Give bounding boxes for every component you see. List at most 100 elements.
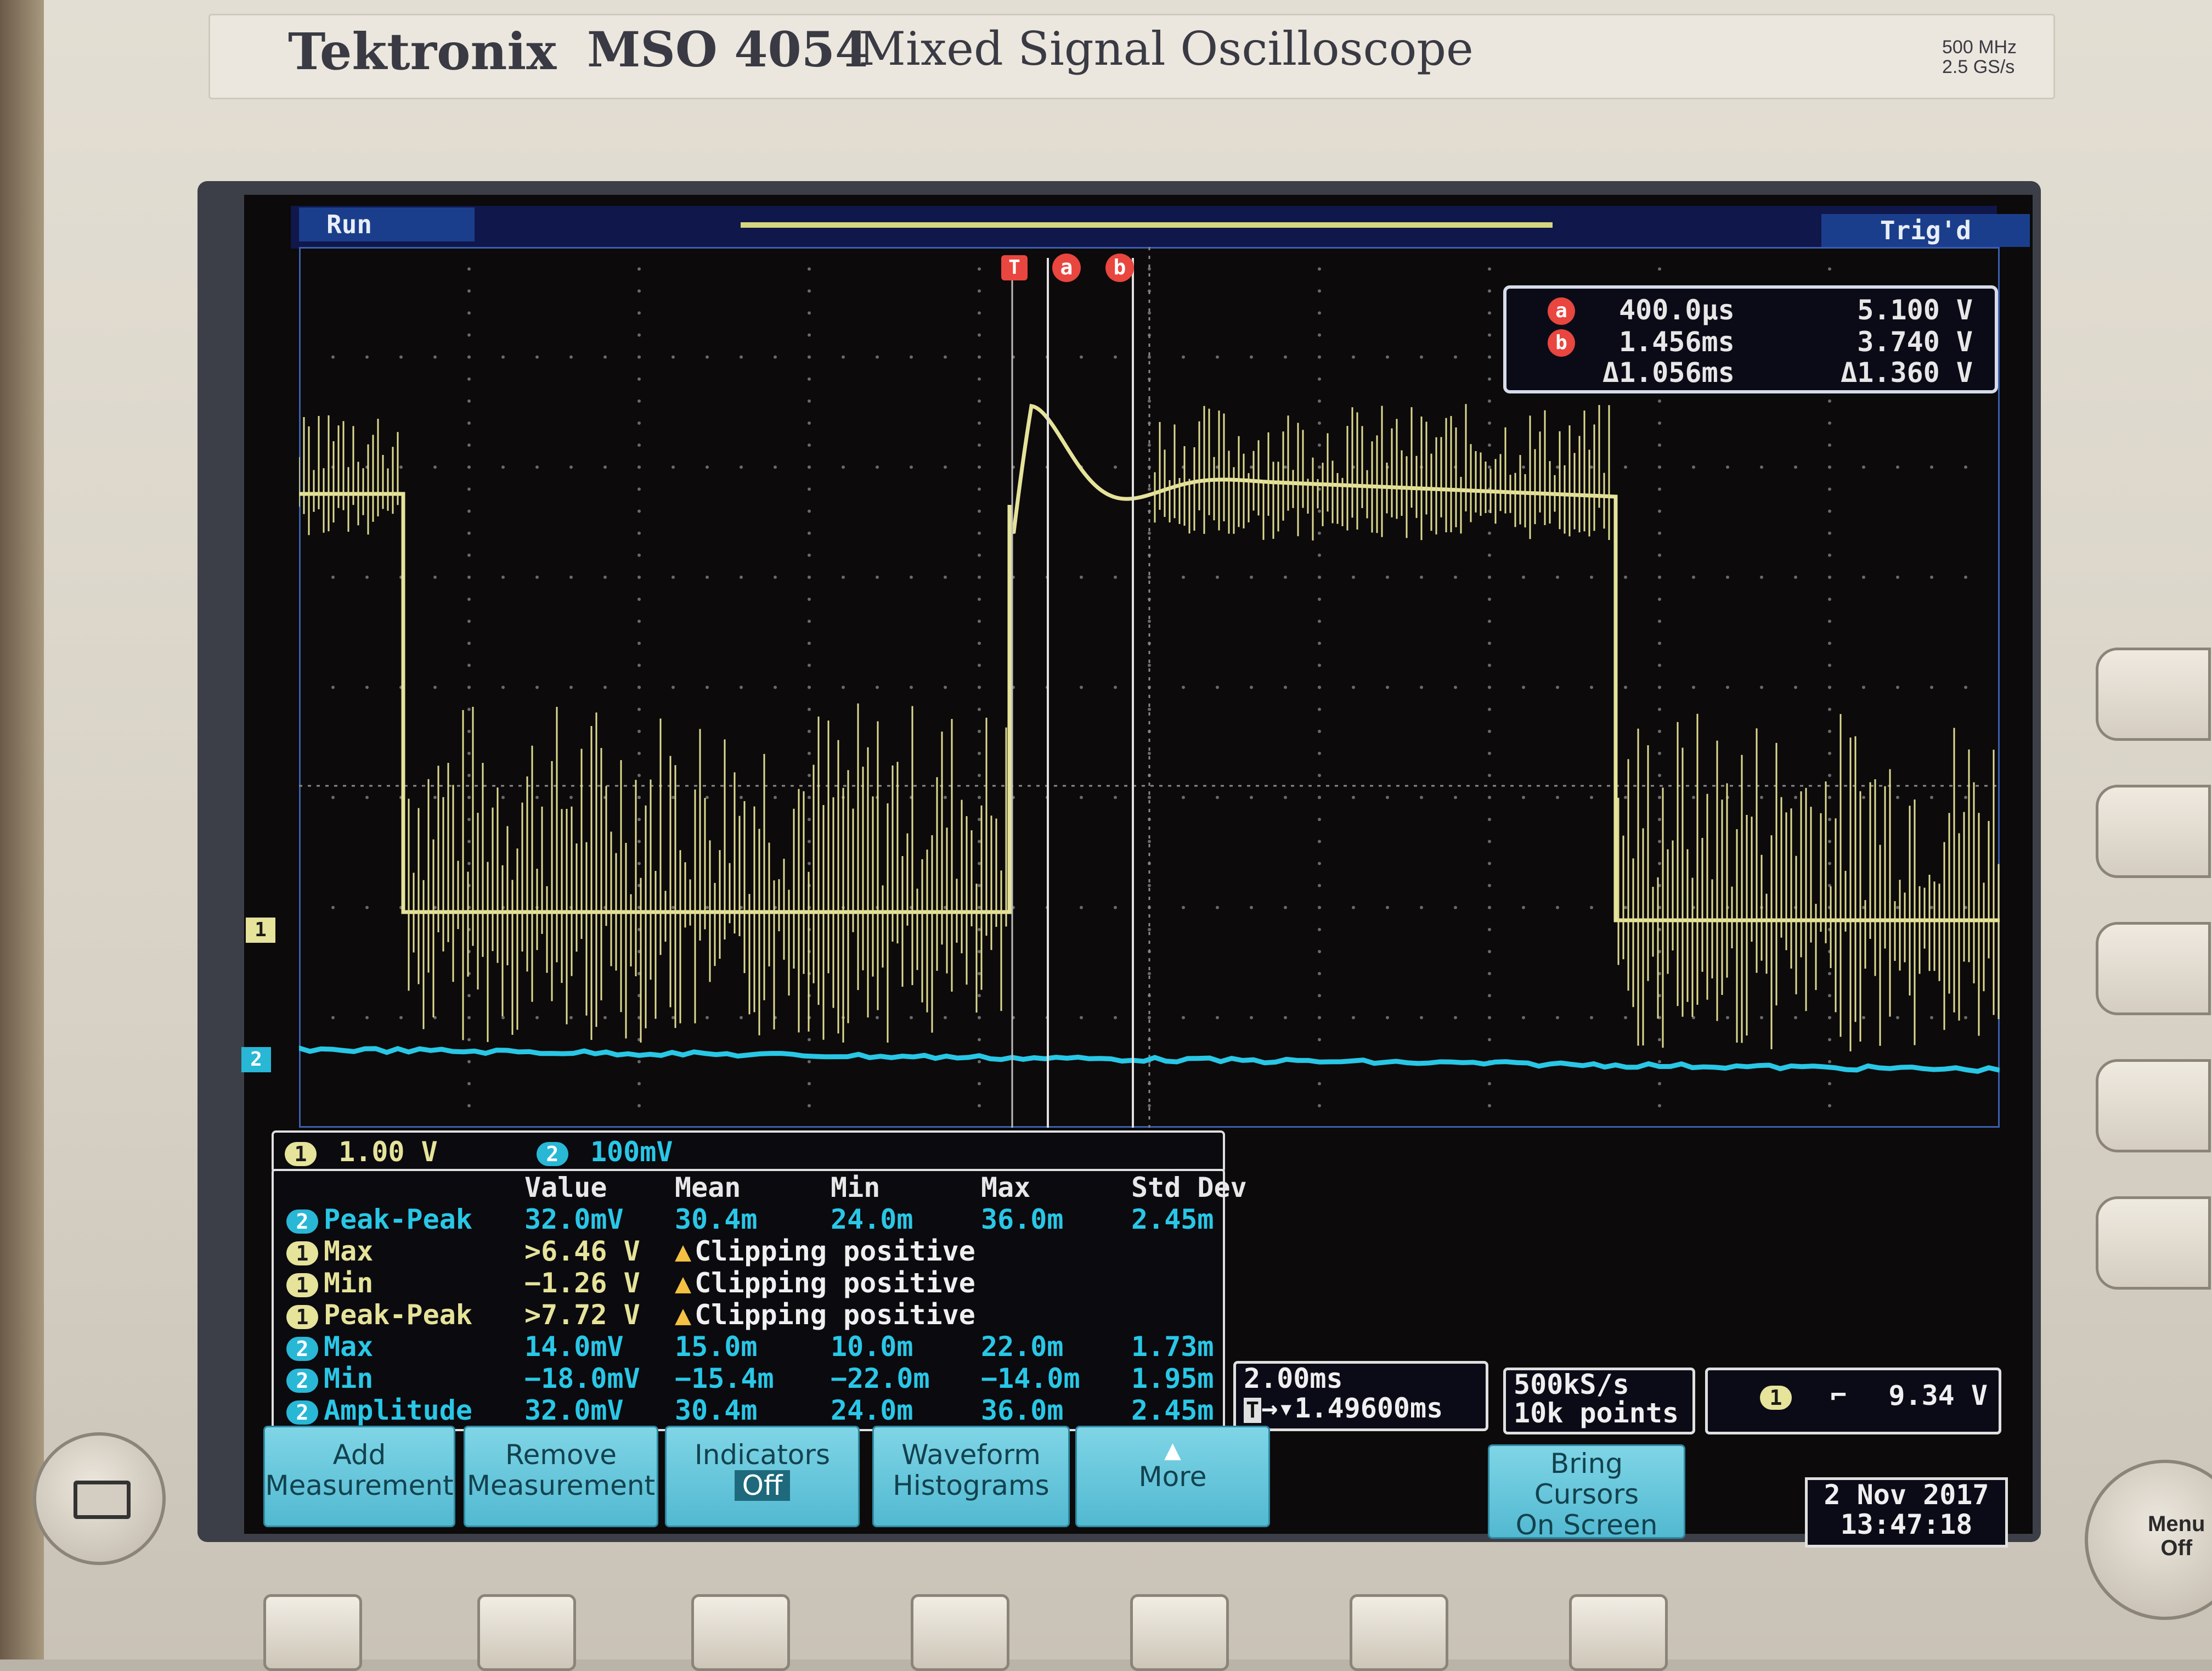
warning-icon: ▲ <box>675 1235 692 1267</box>
ch2-scale[interactable]: 100mV <box>590 1136 673 1168</box>
measurement-row[interactable]: 1 Min −1.26 V ▲ Clipping positive <box>280 1267 1269 1299</box>
measurement-name: Min <box>324 1267 374 1299</box>
side-button-4[interactable] <box>2096 1059 2211 1152</box>
measurement-row[interactable]: 1 Peak-Peak >7.72 V ▲ Clipping positive <box>280 1299 1269 1331</box>
run-status: Run <box>299 207 475 241</box>
ch1-waveform <box>299 403 2000 922</box>
bottom-button-3[interactable] <box>691 1594 790 1671</box>
record-view-bar <box>741 222 1553 228</box>
measurement-value: 32.0mV <box>524 1203 624 1235</box>
acquisition-readout[interactable]: 500kS/s 10k points <box>1503 1368 1695 1434</box>
measurement-row[interactable]: 2 Min −18.0mV −15.4m −22.0m −14.0m 1.95m <box>280 1363 1269 1394</box>
ch2-ground-marker: 2 <box>241 1047 271 1072</box>
ch1-badge: 1 <box>286 1241 318 1265</box>
measurement-label: 2 Amplitude <box>280 1394 518 1426</box>
bottom-button-6[interactable] <box>1350 1594 1448 1671</box>
button-label-line: Measurement <box>466 1470 656 1501</box>
measurement-name: Peak-Peak <box>324 1299 472 1331</box>
header-mean: Mean <box>675 1172 741 1203</box>
time: 13:47:18 <box>1840 1509 1973 1540</box>
measurement-row[interactable]: 1 Max >6.46 V ▲ Clipping positive <box>280 1235 1269 1267</box>
measurement-row[interactable]: 2 Amplitude 32.0mV 30.4m 24.0m 36.0m 2.45… <box>280 1394 1269 1426</box>
measurement-label: 1 Peak-Peak <box>280 1299 518 1331</box>
measurement-max: −14.0m <box>981 1363 1080 1394</box>
header-value: Value <box>524 1172 607 1203</box>
ch1-noise <box>299 404 2000 1051</box>
button-label-line: Waveform <box>901 1439 1041 1471</box>
bring-cursors-on-screen-button[interactable]: Bring Cursors On Screen <box>1488 1444 1685 1540</box>
measurement-value: 14.0mV <box>524 1331 624 1363</box>
measurement-max: 36.0m <box>981 1394 1064 1426</box>
measurement-row[interactable]: 2 Peak-Peak 32.0mV 30.4m 24.0m 36.0m 2.45… <box>280 1203 1269 1235</box>
cursor-b-marker[interactable]: b <box>1105 254 1134 282</box>
ch1-badge: 1 <box>286 1304 318 1329</box>
spec-label: 500 MHz 2.5 GS/s <box>1942 37 2017 77</box>
cursor-b-row: b 1.456ms 3.740 V <box>1506 326 1995 358</box>
measurement-min: 10.0m <box>831 1331 913 1363</box>
measurement-table: Value Mean Min Max Std Dev 2 Peak-Peak 32… <box>280 1172 1269 1426</box>
horizontal-readout[interactable]: 2.00ms T→▾1.49600ms <box>1233 1361 1488 1431</box>
measurement-label: 2 Max <box>280 1331 518 1363</box>
arrow-icon: →▾ <box>1261 1392 1295 1424</box>
bottom-button-5[interactable] <box>1130 1594 1229 1671</box>
button-label-line: Add <box>332 1439 386 1471</box>
warning-icon: ▲ <box>675 1299 692 1331</box>
button-label-line: Indicators <box>695 1439 830 1471</box>
background-edge <box>0 0 44 1659</box>
bottom-button-1[interactable] <box>263 1594 362 1671</box>
measurement-min: 24.0m <box>831 1203 913 1235</box>
clipping-warning: ▲ Clipping positive <box>668 1235 1125 1267</box>
bottom-button-2[interactable] <box>477 1594 576 1671</box>
side-button-2[interactable] <box>2096 785 2211 878</box>
cursor-readout: a 400.0µs 5.100 V b 1.456ms 3.740 V Δ1.0… <box>1503 285 1998 393</box>
time-per-div: 2.00ms <box>1244 1363 1343 1394</box>
measurement-name: Peak-Peak <box>324 1203 472 1235</box>
menu-off-line2: Off <box>2160 1536 2193 1560</box>
remove-measurement-button[interactable]: Remove Measurement <box>464 1426 658 1527</box>
add-measurement-button[interactable]: Add Measurement <box>263 1426 455 1527</box>
measurement-name: Min <box>324 1363 374 1394</box>
ch2-waveform <box>299 1045 2000 1074</box>
ch2-badge: 2 <box>286 1400 318 1425</box>
side-button-3[interactable] <box>2096 922 2211 1015</box>
cursor-delta-row: Δ1.056ms Δ1.360 V <box>1506 357 1995 389</box>
indicators-button[interactable]: Indicators Off <box>665 1426 860 1527</box>
measurement-value: −18.0mV <box>524 1363 640 1394</box>
warning-text: Clipping positive <box>695 1235 975 1267</box>
menu-off-label: Menu Off <box>2148 1512 2205 1560</box>
waveform-histograms-button[interactable]: Waveform Histograms <box>872 1426 1070 1527</box>
sample-rate: 500kS/s <box>1514 1369 1629 1400</box>
ch1-ground-marker: 1 <box>246 918 275 943</box>
warning-text: Clipping positive <box>695 1299 975 1331</box>
channel-scale-bar: 1 1.00 V 2 100mV <box>272 1130 1225 1173</box>
cursor-a-marker[interactable]: a <box>1052 254 1081 282</box>
cursor-a-time: 400.0µs <box>1619 294 1735 326</box>
warning-icon: ▲ <box>675 1267 692 1299</box>
side-button-1[interactable] <box>2096 648 2211 741</box>
spec-sample-rate: 2.5 GS/s <box>1942 57 2015 77</box>
print-button[interactable] <box>33 1432 166 1565</box>
date: 2 Nov 2017 <box>1824 1479 1989 1511</box>
warning-text: Clipping positive <box>695 1267 975 1299</box>
clipping-warning: ▲ Clipping positive <box>668 1299 1125 1331</box>
measurement-std: 2.45m <box>1131 1203 1214 1235</box>
cursor-delta-time: Δ1.056ms <box>1602 357 1735 389</box>
bottom-button-4[interactable] <box>911 1594 1009 1671</box>
ch1-scale[interactable]: 1.00 V <box>338 1136 438 1168</box>
more-button[interactable]: ▲ More <box>1075 1426 1270 1527</box>
record-length: 10k points <box>1514 1397 1679 1429</box>
button-label-line: More <box>1138 1461 1207 1493</box>
measurement-mean: 30.4m <box>675 1203 758 1235</box>
trigger-readout[interactable]: 1 ⌐ 9.34 V <box>1705 1368 2001 1434</box>
ch1-badge: 1 <box>286 1273 318 1297</box>
bottom-button-7[interactable] <box>1569 1594 1668 1671</box>
model-number: MSO 4054 <box>587 21 869 78</box>
cursor-b-value: 3.740 V <box>1857 326 1973 358</box>
header-spacer <box>280 1172 518 1203</box>
rising-edge-icon: ⌐ <box>1830 1380 1847 1411</box>
side-button-5[interactable] <box>2096 1196 2211 1290</box>
measurement-row[interactable]: 2 Max 14.0mV 15.0m 10.0m 22.0m 1.73m <box>280 1331 1269 1363</box>
measurement-label: 1 Min <box>280 1267 518 1299</box>
button-label-line: Measurement <box>265 1470 454 1501</box>
measurement-min: −22.0m <box>831 1363 930 1394</box>
